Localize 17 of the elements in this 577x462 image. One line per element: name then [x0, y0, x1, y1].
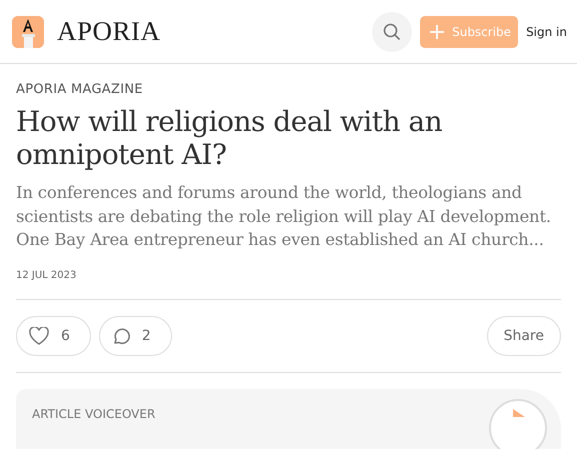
sign-in-link[interactable]: Sign in [526, 24, 567, 38]
publish-date: 12 JUL 2023 [16, 270, 78, 280]
play-icon [511, 408, 525, 416]
search-button[interactable] [372, 12, 412, 52]
comment-button[interactable]: 2 [98, 316, 172, 356]
speech-bubble-icon [112, 326, 130, 344]
plus-icon [430, 24, 444, 38]
heart-icon [29, 326, 49, 344]
voiceover-label: ARTICLE VOICEOVER [32, 406, 156, 422]
search-icon [383, 22, 402, 40]
article-description: In conferences and forums around the world, theologians and scientists are debating the role religion will play AI development. One Bay Area entrepreneur has even established an AI church... [16, 182, 552, 251]
like-button[interactable]: 6 [16, 316, 91, 356]
share-button[interactable]: Share [486, 316, 561, 356]
site-logo-text[interactable]: APORIA [57, 16, 161, 47]
publication-name[interactable]: APORIA MAGAZINE [16, 82, 561, 97]
logo-icon[interactable] [12, 16, 44, 48]
article-title: How will religions deal with an omnipotent AI? [16, 105, 444, 171]
